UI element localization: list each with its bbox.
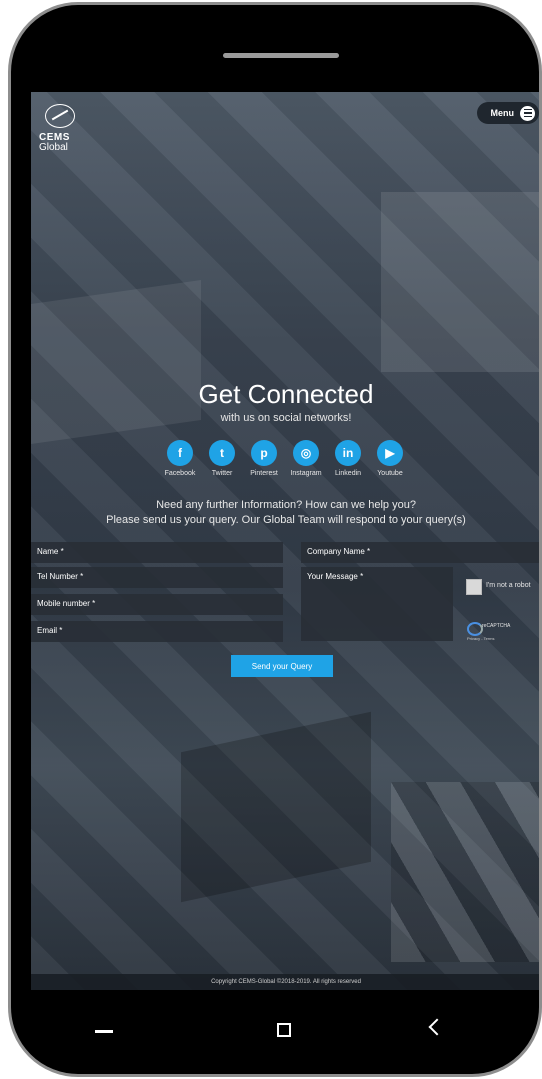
android-nav-bar [11,1010,539,1050]
social-link-facebook[interactable]: f Facebook [159,440,201,477]
youtube-icon: ▶ [377,440,403,466]
linkedin-icon: in [335,440,361,466]
company-name-field[interactable]: Company Name * [301,542,539,563]
site-logo[interactable]: CEMS Global [39,104,79,153]
page-title: Get Connected [198,379,374,409]
menu-button[interactable]: Menu [477,102,539,124]
phone-speaker [223,53,339,58]
social-label: Twitter [211,470,233,477]
footer-copyright: Copyright CEMS-Global ©2018-2019. All ri… [31,974,539,990]
social-label: Youtube [377,470,403,477]
nav-back-chevron-icon[interactable] [428,1018,446,1036]
twitter-icon: t [209,440,235,466]
page-screen: CEMS Global Menu Get Connected with us o… [31,92,539,990]
info-line-2: Please send us your query. Our Global Te… [106,514,466,526]
background-counter [181,711,371,903]
info-text: Need any further Information? How can we… [31,498,539,528]
logo-subtext: Global [39,142,68,153]
name-field[interactable]: Name * [31,542,283,563]
captcha-label: I'm not a robot [486,582,531,589]
phone-frame: CEMS Global Menu Get Connected with us o… [8,2,542,1077]
menu-label: Menu [490,108,515,118]
recaptcha-privacy-links[interactable]: Privacy - Terms [467,636,494,641]
social-label: Linkedin [334,470,362,477]
pinterest-icon: p [251,440,277,466]
nav-square-icon[interactable] [277,1023,291,1037]
nav-minus-icon[interactable] [95,1030,113,1033]
social-link-twitter[interactable]: t Twitter [201,440,243,477]
tel-number-field[interactable]: Tel Number * [31,567,283,588]
social-label: Instagram [290,470,322,477]
recaptcha-label: reCAPTCHA [482,623,511,629]
facebook-icon: f [167,440,193,466]
recaptcha-logo-icon [467,622,483,636]
background-floor-tile [391,782,539,962]
social-link-youtube[interactable]: ▶ Youtube [369,440,411,477]
info-line-1: Need any further Information? How can we… [156,499,416,511]
social-links: f Facebook t Twitter p Pinterest ◎ Insta… [159,440,411,477]
social-label: Facebook [164,470,196,477]
captcha-checkbox[interactable] [466,579,482,595]
message-field[interactable]: Your Message * [301,567,453,641]
social-link-linkedin[interactable]: in Linkedin [327,440,369,477]
page-subtitle: with us on social networks! [220,412,352,424]
send-query-button[interactable]: Send your Query [231,655,333,677]
mobile-number-field[interactable]: Mobile number * [31,594,283,615]
instagram-icon: ◎ [293,440,319,466]
social-label: Pinterest [250,470,278,477]
social-link-pinterest[interactable]: p Pinterest [243,440,285,477]
globe-logo-icon [45,104,75,128]
email-field[interactable]: Email * [31,621,283,642]
social-link-instagram[interactable]: ◎ Instagram [285,440,327,477]
hamburger-icon [520,105,535,121]
background-booth-right [381,192,539,372]
